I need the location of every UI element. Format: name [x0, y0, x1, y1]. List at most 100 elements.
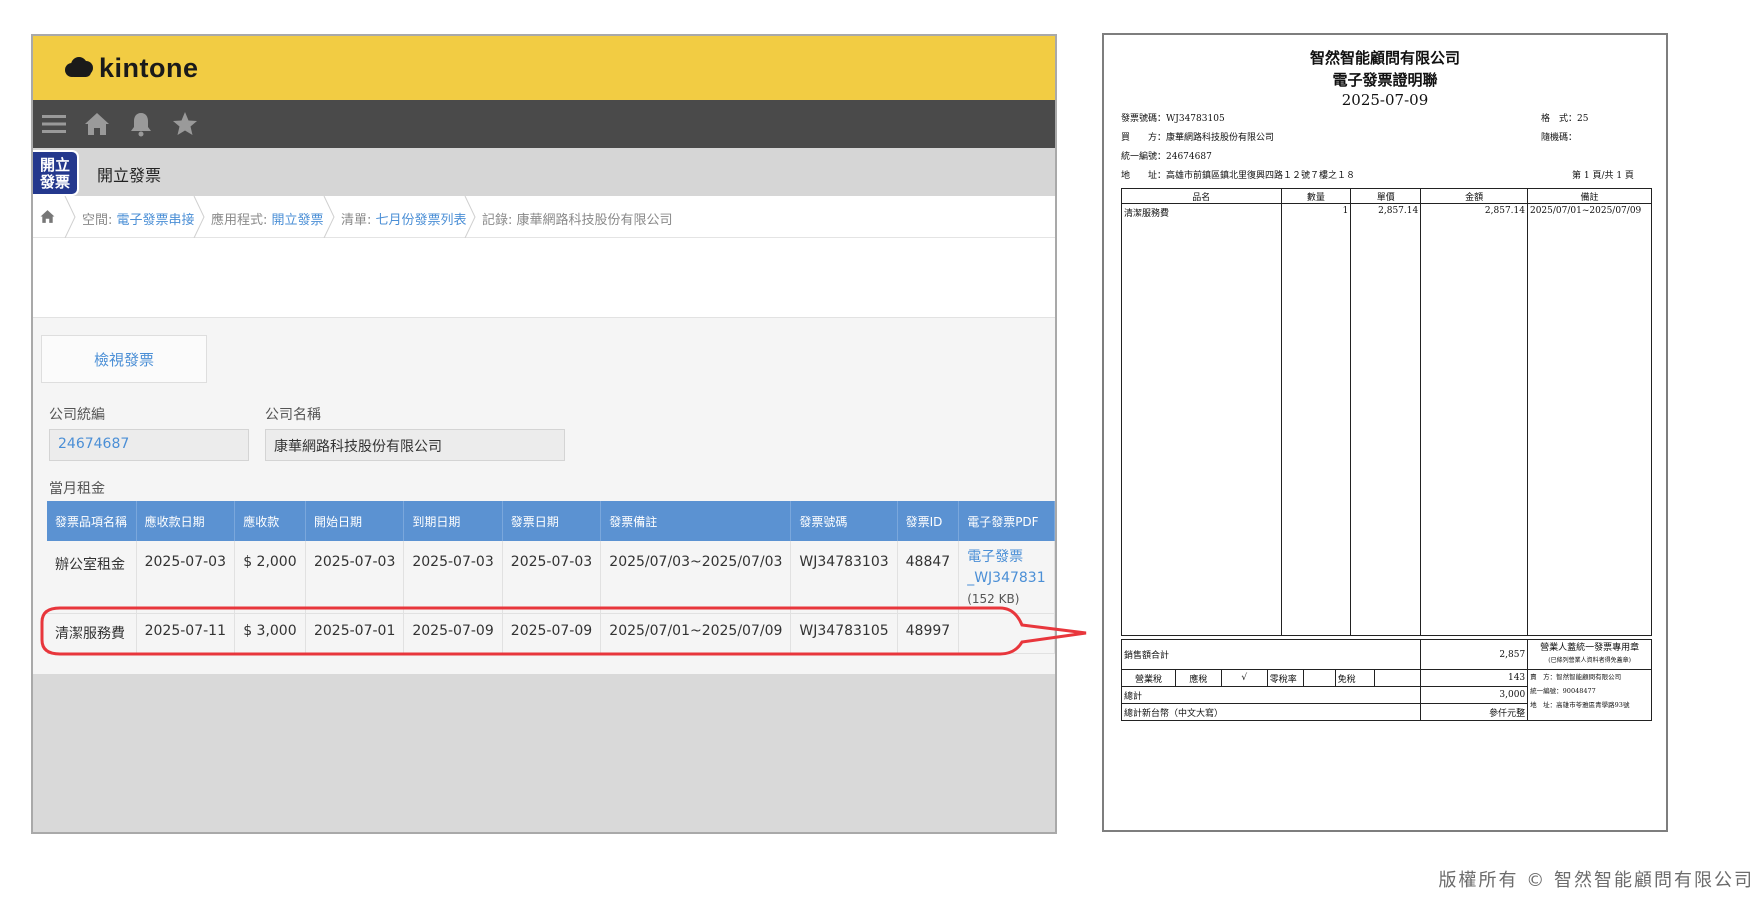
cell-receivable[interactable]: $ 3,000 [234, 613, 306, 654]
inv-item-name: 清潔服務費 [1121, 203, 1282, 636]
breadcrumb-record: 記錄: 康華網路科技股份有限公司 [482, 209, 673, 228]
inv-seller-address: 地 址：高雄市苓雅區青學路93號 [1530, 701, 1630, 709]
col-invoice-number: 發票號碼 [790, 501, 898, 541]
cell-invoice-pdf: 電子發票 _WJ347831 (152 KB) [958, 541, 1055, 614]
copyright-notice: 版權所有 © 智然智能顧問有限公司 [1438, 870, 1754, 891]
inv-stamp-box: 營業人蓋統一發票專用章 (已條列營業人資料者得免蓋章) [1527, 639, 1652, 670]
inv-sales-total-label: 銷售額合計 [1120, 639, 1422, 670]
cell-receivable[interactable]: $ 2,000 [234, 541, 306, 614]
col-receivable-date: 應收款日期 [136, 501, 236, 541]
table-row[interactable]: 辦公室租金 2025-07-03 $ 2,000 2025-07-03 2025… [47, 541, 1055, 614]
invoice-buyer-taxid: 統一編號：24674687 [1121, 152, 1212, 162]
inv-item-amount: 2,857.14 [1420, 203, 1528, 636]
invoice-item-row: 清潔服務費 1 2,857.14 2,857.14 2025/07/01~202… [1121, 203, 1653, 636]
breadcrumb-app-link[interactable]: 開立發票 [272, 213, 324, 228]
inv-exempt-label: 免稅 [1334, 669, 1376, 687]
app-icon-line2: 發票 [39, 173, 70, 191]
cell-start-date[interactable]: 2025-07-03 [305, 541, 405, 614]
company-id-field[interactable]: 24674687 [49, 429, 249, 461]
cell-item-name[interactable]: 清潔服務費 [47, 613, 137, 654]
cell-start-date[interactable]: 2025-07-01 [305, 613, 405, 654]
invoice-items-header: 品名 數量 單價 金額 備註 [1121, 188, 1653, 204]
breadcrumb-view[interactable]: 清單: 七月份發票列表 [341, 209, 467, 228]
inv-seller-name: 賣 方：智然智能顧問有限公司 [1530, 673, 1622, 681]
cell-invoice-pdf[interactable] [958, 613, 1055, 654]
invoice-date: 2025-07-09 [1341, 91, 1429, 109]
inv-tax-amount: 143 [1420, 669, 1529, 687]
table-header-row: 發票品項名稱 應收款日期 應收款 開始日期 到期日期 發票日期 發票備註 發票號… [47, 501, 1055, 541]
invoice-items-table: 品名 數量 單價 金額 備註 清潔服務費 1 2,857.14 2,857.14… [1121, 188, 1653, 636]
breadcrumb-separator [193, 196, 205, 238]
inv-col-note: 備註 [1526, 188, 1653, 204]
cell-invoice-id[interactable]: 48997 [897, 613, 960, 654]
invoice-company: 智然智能顧問有限公司 [1309, 49, 1460, 67]
breadcrumb-space-prefix: 空間: [82, 213, 117, 228]
page-bottom-area [33, 674, 1055, 832]
inv-col-qty: 數量 [1280, 188, 1352, 204]
cell-invoice-date[interactable]: 2025-07-03 [502, 541, 602, 614]
inv-taxable-label: 應稅 [1174, 669, 1222, 687]
star-icon[interactable] [172, 111, 198, 137]
invoice-summary-table: 銷售額合計 2,857 營業人蓋統一發票專用章 (已條列營業人資料者得免蓋章) … [1120, 639, 1652, 721]
invoice-number: 發票號碼：WJ34783105 [1121, 114, 1225, 124]
breadcrumb-home-icon[interactable] [40, 209, 55, 224]
cell-due-date[interactable]: 2025-07-03 [403, 541, 503, 614]
cell-invoice-number[interactable]: WJ34783105 [790, 613, 898, 654]
view-invoice-button[interactable]: 檢視發票 [41, 335, 207, 383]
cell-invoice-note[interactable]: 2025/07/03~2025/07/03 [600, 541, 792, 614]
breadcrumb-space-link[interactable]: 電子發票串接 [117, 213, 195, 228]
kintone-header: kintone [33, 36, 1055, 100]
inv-zero-value [1302, 669, 1336, 687]
cell-due-date[interactable]: 2025-07-09 [403, 613, 503, 654]
inv-tax-label: 營業稅 [1121, 669, 1176, 687]
company-name-field[interactable]: 康華網路科技股份有限公司 [265, 429, 565, 461]
bell-icon[interactable] [128, 111, 154, 137]
inv-seller-box: 賣 方：智然智能顧問有限公司 統一編號：90048477 地 址：高雄市苓雅區青… [1527, 669, 1652, 721]
breadcrumb-separator [464, 196, 476, 238]
breadcrumb-view-link[interactable]: 七月份發票列表 [376, 213, 467, 228]
cloud-icon [65, 55, 95, 81]
company-id-label: 公司統編 [49, 407, 105, 423]
table-row-highlighted[interactable]: 清潔服務費 2025-07-11 $ 3,000 2025-07-01 2025… [47, 613, 1055, 654]
home-icon[interactable] [84, 111, 110, 137]
app-icon-line1: 開立 [39, 156, 70, 174]
inv-stamp-title: 營業人蓋統一發票專用章 [1540, 643, 1640, 653]
cell-invoice-date[interactable]: 2025-07-09 [502, 613, 602, 654]
col-due-date: 到期日期 [403, 501, 503, 541]
kintone-nav-bar [33, 100, 1055, 148]
invoice-format: 格 式：25 [1541, 114, 1589, 124]
cell-invoice-number[interactable]: WJ34783103 [790, 541, 898, 614]
col-invoice-note: 發票備註 [600, 501, 792, 541]
cell-invoice-id[interactable]: 48847 [897, 541, 960, 614]
cell-invoice-note[interactable]: 2025/07/01~2025/07/09 [600, 613, 792, 654]
invoice-buyer-address: 地 址：高雄市前鎮區鎮北里復興四路１２號７樓之１８ [1121, 171, 1356, 181]
inv-exempt-value [1374, 669, 1422, 687]
breadcrumb-space[interactable]: 空間: 電子發票串接 [82, 209, 195, 228]
inv-col-amount: 金額 [1420, 188, 1528, 204]
inv-total-words: 參仟元整 [1420, 703, 1529, 721]
inv-total-label: 總計 [1120, 686, 1422, 704]
kintone-logo[interactable]: kintone [65, 48, 199, 88]
col-start-date: 開始日期 [305, 501, 405, 541]
inv-item-qty: 1 [1280, 203, 1352, 636]
pdf-link-filename[interactable]: _WJ347831 [967, 570, 1045, 586]
invoice-document: 智然智能顧問有限公司 電子發票證明聯 2025-07-09 發票號碼：WJ347… [1102, 33, 1668, 832]
cell-receivable-date[interactable]: 2025-07-11 [136, 613, 236, 654]
logo-text: kintone [99, 52, 199, 83]
col-invoice-id: 發票ID [897, 501, 960, 541]
cell-item-name[interactable]: 辦公室租金 [47, 541, 137, 614]
cell-receivable-date[interactable]: 2025-07-03 [136, 541, 236, 614]
pdf-link[interactable]: 電子發票 [967, 549, 1023, 565]
inv-taxable-check: √ [1220, 669, 1268, 687]
inv-total: 3,000 [1420, 686, 1529, 704]
app-icon[interactable]: 開立 發票 [33, 150, 79, 196]
menu-icon[interactable] [41, 111, 67, 137]
col-invoice-pdf: 電子發票PDF [958, 501, 1055, 541]
invoice-buyer: 買 方：康華網路科技股份有限公司 [1121, 133, 1275, 143]
breadcrumb-app[interactable]: 應用程式: 開立發票 [211, 209, 324, 228]
col-item-name: 發票品項名稱 [47, 501, 137, 541]
col-receivable: 應收款 [234, 501, 306, 541]
col-invoice-date: 發票日期 [502, 501, 602, 541]
inv-total-words-label: 總計新台幣（中文大寫） [1120, 703, 1422, 721]
app-name[interactable]: 開立發票 [97, 162, 161, 186]
